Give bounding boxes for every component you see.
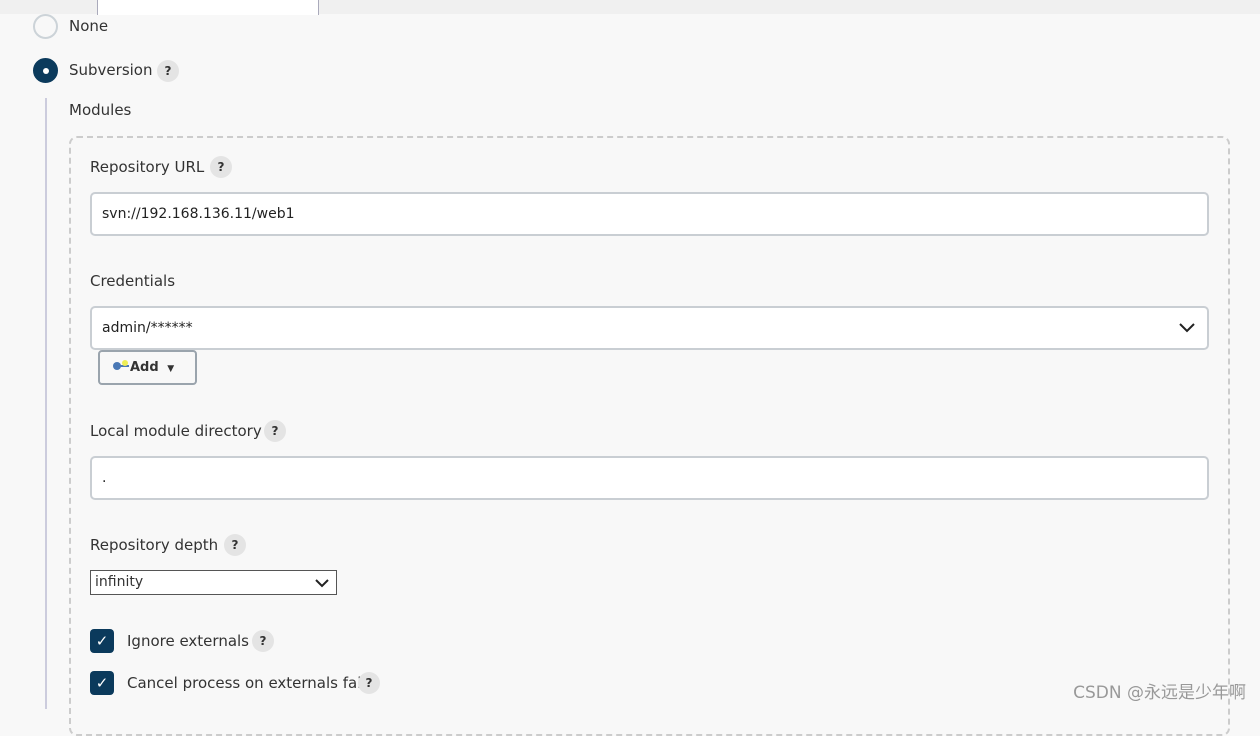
help-icon[interactable]: ? [264, 420, 286, 442]
section-divider [45, 98, 47, 709]
modules-label: Modules [69, 101, 132, 119]
chevron-down-icon [315, 579, 329, 588]
watermark: CSDN @永远是少年啊 [1073, 683, 1246, 703]
depth-select[interactable]: infinity [90, 570, 337, 595]
radio-subversion[interactable] [33, 58, 58, 83]
ignore-externals-label: Ignore externals [127, 632, 249, 650]
radio-subversion-label: Subversion [69, 61, 153, 79]
caret-down-icon: ▼ [167, 364, 175, 374]
help-icon[interactable]: ? [210, 156, 232, 178]
help-icon[interactable]: ? [252, 630, 274, 652]
local-dir-input[interactable]: . [90, 456, 1209, 500]
credentials-select[interactable]: admin/****** [90, 306, 1209, 350]
radio-none-label: None [69, 17, 109, 35]
radio-none[interactable] [33, 14, 58, 39]
help-icon[interactable]: ? [224, 534, 246, 556]
repo-url-input[interactable]: svn://192.168.136.11/web1 [90, 192, 1209, 236]
depth-label: Repository depth [90, 536, 219, 554]
tab-active[interactable] [97, 0, 319, 15]
credentials-value: admin/****** [102, 320, 193, 336]
chevron-down-icon [1179, 323, 1195, 333]
depth-value: infinity [95, 574, 144, 590]
local-dir-label: Local module directory [90, 422, 262, 440]
add-credentials-button[interactable]: Add ▼ [98, 350, 197, 385]
add-label: Add [130, 360, 159, 375]
credentials-label: Credentials [90, 272, 176, 290]
help-icon[interactable]: ? [358, 672, 380, 694]
cancel-externals-label: Cancel process on externals fail [127, 674, 366, 692]
cancel-externals-checkbox[interactable]: ✓ [90, 671, 114, 695]
help-icon[interactable]: ? [157, 60, 179, 82]
repo-url-label: Repository URL [90, 158, 205, 176]
ignore-externals-checkbox[interactable]: ✓ [90, 629, 114, 653]
key-icon [113, 360, 129, 370]
